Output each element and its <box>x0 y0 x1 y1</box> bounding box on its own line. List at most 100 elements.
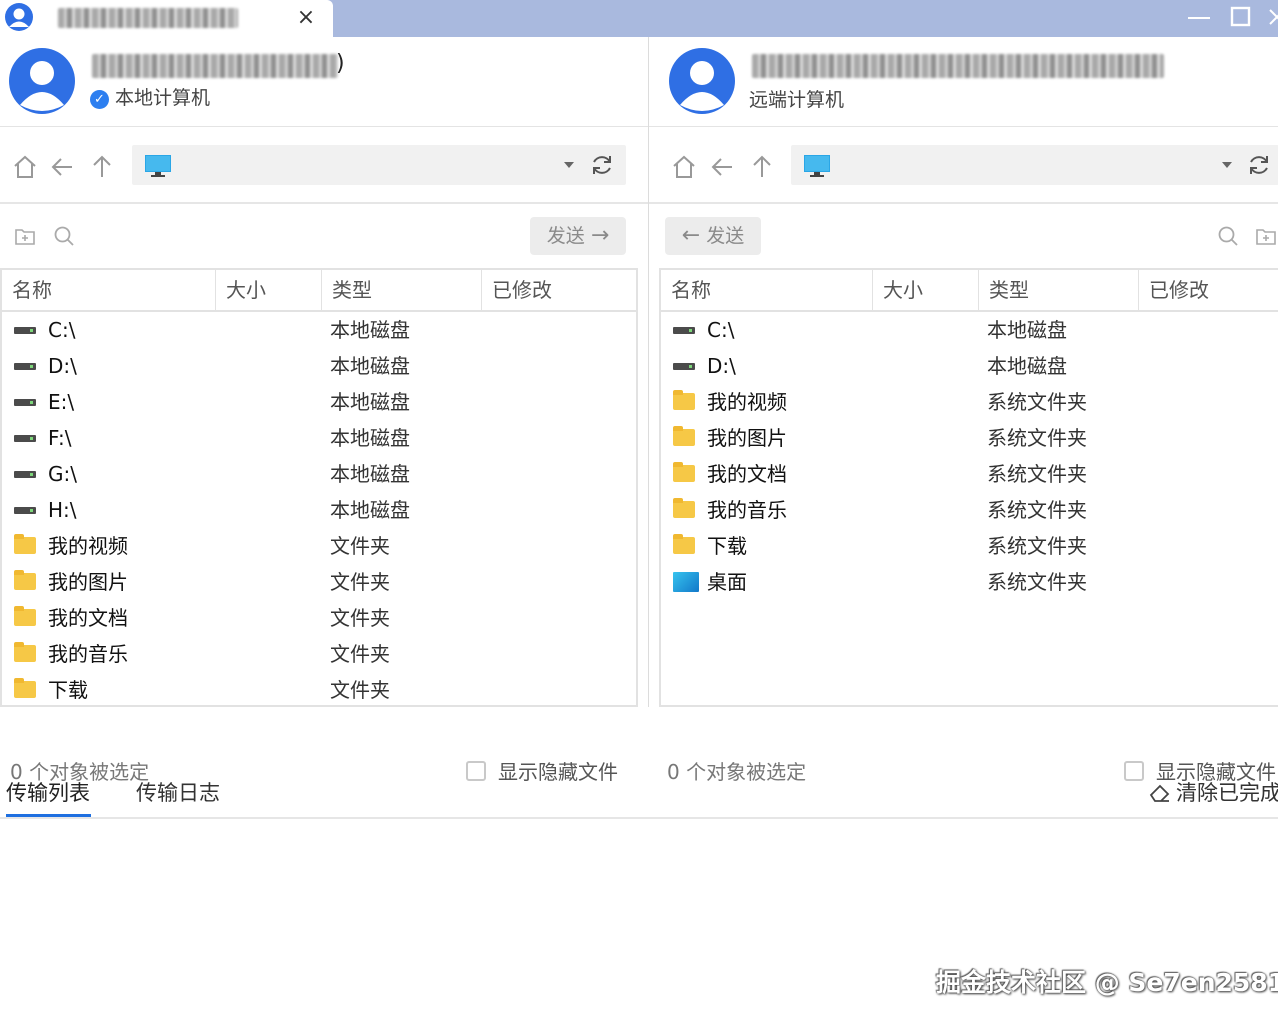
chevron-down-icon[interactable] <box>563 161 575 169</box>
file-name: C:\ <box>707 318 735 342</box>
tab-transfer-log[interactable]: 传输日志 <box>136 777 220 807</box>
file-type: 系统文件夹 <box>987 426 1087 450</box>
col-modified[interactable]: 已修改 <box>482 270 636 310</box>
refresh-icon[interactable] <box>1247 153 1271 177</box>
file-type: 文件夹 <box>330 606 390 630</box>
new-folder-icon[interactable] <box>14 225 36 247</box>
home-icon[interactable] <box>12 154 38 180</box>
title-bar: × <box>0 0 1278 38</box>
home-icon[interactable] <box>671 154 697 180</box>
minimize-icon[interactable] <box>1184 2 1214 32</box>
drive-icon <box>14 363 36 370</box>
drive-icon <box>14 471 36 478</box>
transfer-tabs: 传输列表 传输日志 清除已完成 <box>0 757 1278 819</box>
table-row[interactable]: C:\ 本地磁盘 <box>661 312 1278 348</box>
table-row[interactable]: 下载 文件夹 <box>2 672 636 708</box>
col-type[interactable]: 类型 <box>979 270 1139 310</box>
search-icon[interactable] <box>1217 225 1239 247</box>
verified-check-icon: ✓ <box>90 90 109 109</box>
remote-table-header: 名称 大小 类型 已修改 <box>661 270 1278 312</box>
table-row[interactable]: 我的图片 文件夹 <box>2 564 636 600</box>
clear-completed-button[interactable]: 清除已完成 <box>1148 777 1278 807</box>
close-tab-icon[interactable]: × <box>294 5 318 31</box>
file-name: D:\ <box>707 354 736 378</box>
table-row[interactable]: D:\ 本地磁盘 <box>2 348 636 384</box>
chevron-down-icon[interactable] <box>1221 161 1233 169</box>
table-row[interactable]: 我的音乐 系统文件夹 <box>661 492 1278 528</box>
computer-icon <box>804 155 830 177</box>
local-subtitle: ✓ 本地计算机 <box>90 83 210 110</box>
table-row[interactable]: 我的视频 系统文件夹 <box>661 384 1278 420</box>
table-row[interactable]: G:\ 本地磁盘 <box>2 456 636 492</box>
search-icon[interactable] <box>53 225 75 247</box>
up-arrow-icon[interactable] <box>749 154 775 180</box>
drive-icon <box>14 435 36 442</box>
table-row[interactable]: E:\ 本地磁盘 <box>2 384 636 420</box>
back-arrow-icon[interactable] <box>50 154 76 180</box>
active-tab-indicator <box>6 814 91 817</box>
remote-pane: 远端计算机 ← 发送 名称 大小 类型 已修改 C:\ 本地磁盘 D:\ 本地磁… <box>648 37 1278 784</box>
table-row[interactable]: 我的图片 系统文件夹 <box>661 420 1278 456</box>
local-subtitle-text: 本地计算机 <box>115 87 211 109</box>
table-row[interactable]: D:\ 本地磁盘 <box>661 348 1278 384</box>
local-host-name-blurred <box>92 54 338 78</box>
col-modified[interactable]: 已修改 <box>1139 270 1278 310</box>
tab-transfer-list[interactable]: 传输列表 <box>6 777 90 807</box>
col-size[interactable]: 大小 <box>216 270 322 310</box>
remote-avatar-icon <box>669 48 735 114</box>
table-row[interactable]: 我的音乐 文件夹 <box>2 636 636 672</box>
send-to-remote-button[interactable]: 发送 → <box>530 217 626 255</box>
folder-icon <box>673 390 695 410</box>
table-row[interactable]: H:\ 本地磁盘 <box>2 492 636 528</box>
local-toolbar: 发送 → <box>0 205 648 267</box>
local-nav-bar <box>0 128 648 204</box>
remote-nav-bar <box>649 128 1278 204</box>
send-label: 发送 <box>706 225 745 247</box>
table-row[interactable]: 我的文档 文件夹 <box>2 600 636 636</box>
file-name: 桌面 <box>707 570 747 594</box>
remote-path-box[interactable] <box>791 145 1278 185</box>
back-arrow-icon[interactable] <box>710 154 736 180</box>
local-host-name-suffix: ) <box>336 51 345 76</box>
table-row[interactable]: 我的视频 文件夹 <box>2 528 636 564</box>
file-type: 本地磁盘 <box>330 462 410 486</box>
table-row[interactable]: 下载 系统文件夹 <box>661 528 1278 564</box>
session-tab[interactable]: × <box>0 0 333 38</box>
col-size[interactable]: 大小 <box>873 270 979 310</box>
file-name: H:\ <box>48 498 77 522</box>
table-row[interactable]: C:\ 本地磁盘 <box>2 312 636 348</box>
file-type: 文件夹 <box>330 642 390 666</box>
table-row[interactable]: 我的文档 系统文件夹 <box>661 456 1278 492</box>
computer-icon <box>145 155 171 177</box>
col-name[interactable]: 名称 <box>2 270 216 310</box>
clear-completed-label: 清除已完成 <box>1176 781 1278 805</box>
local-path-box[interactable] <box>132 145 626 185</box>
drive-icon <box>673 327 695 334</box>
refresh-icon[interactable] <box>590 153 614 177</box>
close-window-icon[interactable] <box>1264 2 1278 32</box>
remote-toolbar: ← 发送 <box>649 205 1278 267</box>
col-name[interactable]: 名称 <box>661 270 873 310</box>
file-name: 我的音乐 <box>707 498 787 522</box>
file-type: 文件夹 <box>330 678 390 702</box>
file-name: 我的视频 <box>707 390 787 414</box>
file-type: 本地磁盘 <box>330 390 410 414</box>
file-name: 我的视频 <box>48 534 128 558</box>
table-row[interactable]: F:\ 本地磁盘 <box>2 420 636 456</box>
local-table-header: 名称 大小 类型 已修改 <box>2 270 636 312</box>
send-label: 发送 <box>546 225 585 247</box>
col-type[interactable]: 类型 <box>322 270 482 310</box>
new-folder-icon[interactable] <box>1255 225 1277 247</box>
up-arrow-icon[interactable] <box>89 154 115 180</box>
file-name: 我的文档 <box>48 606 128 630</box>
file-name: C:\ <box>48 318 76 342</box>
file-type: 系统文件夹 <box>987 570 1087 594</box>
send-to-local-button[interactable]: ← 发送 <box>665 217 761 255</box>
drive-icon <box>14 399 36 406</box>
table-row[interactable]: 桌面 系统文件夹 <box>661 564 1278 600</box>
drive-icon <box>673 363 695 370</box>
file-type: 本地磁盘 <box>330 426 410 450</box>
maximize-icon[interactable] <box>1226 2 1256 32</box>
file-type: 系统文件夹 <box>987 498 1087 522</box>
local-header: ) ✓ 本地计算机 <box>0 37 648 127</box>
